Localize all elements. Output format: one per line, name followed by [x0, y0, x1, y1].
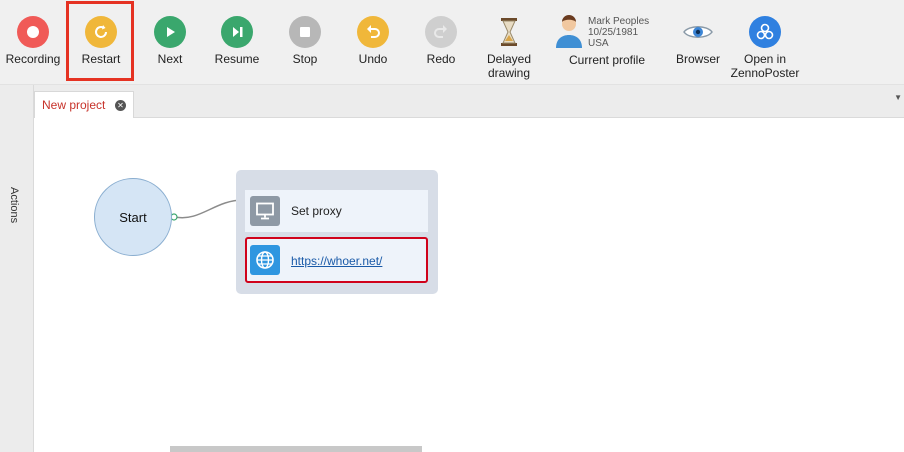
start-label: Start [119, 209, 147, 225]
url-link[interactable]: https://whoer.net/ [291, 254, 382, 268]
set-proxy-label: Set proxy [291, 204, 342, 218]
navigate-url-action[interactable]: https://whoer.net/ [245, 237, 428, 283]
horizontal-scrollbar[interactable] [170, 446, 422, 452]
monitor-icon [250, 196, 280, 226]
globe-icon [250, 245, 280, 275]
set-proxy-action[interactable]: Set proxy [245, 190, 428, 232]
start-node[interactable]: Start [94, 178, 172, 256]
